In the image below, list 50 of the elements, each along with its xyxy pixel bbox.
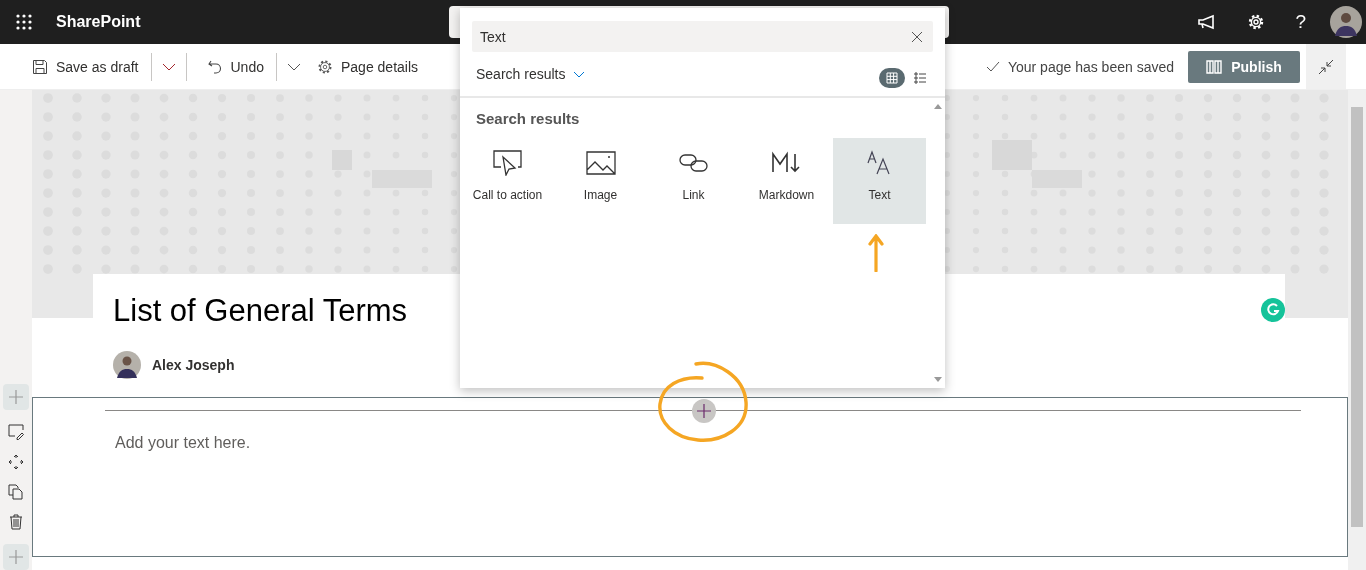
settings-icon[interactable] [1247,13,1266,31]
plus-icon [697,404,711,418]
grid-view-button[interactable] [879,68,905,88]
close-icon[interactable] [911,31,923,43]
undo-icon [206,58,223,75]
web-part-tile[interactable]: Link [647,138,740,224]
text-section[interactable]: Add your text here. [32,397,1348,557]
section-heading: Search results [476,110,581,127]
scroll-up-icon[interactable] [933,104,942,109]
save-status: Your page has been saved [1007,58,1174,75]
details-button[interactable]: Page details [304,50,425,83]
app-name[interactable]: SharePoint [56,13,141,31]
app-launcher-icon[interactable] [15,13,33,31]
edit-icon[interactable] [8,424,24,440]
web-part-tile[interactable]: Markdown [740,138,833,224]
filter-dropdown[interactable]: Search results [476,66,586,82]
move-icon[interactable] [8,454,24,470]
web-part-tile[interactable]: Text [833,138,926,224]
collapse-icon [1318,58,1334,75]
web-part-tile[interactable]: Call to action [461,138,554,224]
chevron-down-icon[interactable] [161,62,176,71]
annotation-arrow [868,234,884,272]
save-button[interactable]: Save as draft [32,50,145,83]
trash-icon[interactable] [8,514,24,530]
settings-icon [316,58,333,75]
grid-icon [886,72,898,84]
web-part-tile[interactable]: Image [554,138,647,224]
list-icon [914,72,926,84]
undo-button[interactable]: Undo [192,50,270,83]
copy-icon[interactable] [8,484,24,500]
plus-icon [8,389,24,405]
save-icon [32,58,48,75]
help-button[interactable]: ? [1295,11,1306,33]
scrollbar[interactable] [1348,90,1366,570]
add-web-part-button[interactable] [692,399,716,423]
plus-icon [8,549,24,565]
author-avatar [113,351,141,380]
author-name: Alex Joseph [152,357,235,374]
book-icon [1206,59,1223,74]
scroll-down-icon[interactable] [933,377,942,382]
page-title[interactable]: List of General Terms [113,292,1265,330]
text-placeholder[interactable]: Add your text here. [115,434,251,452]
check-icon [985,60,1000,73]
avatar[interactable] [1330,6,1362,38]
publish-button[interactable]: Publish [1188,50,1300,83]
cursor-frame-icon [492,150,523,176]
chevron-down-icon [573,70,586,78]
chevron-down-icon[interactable] [286,62,301,71]
image-icon [585,150,616,176]
search-field[interactable]: Text [472,21,933,52]
